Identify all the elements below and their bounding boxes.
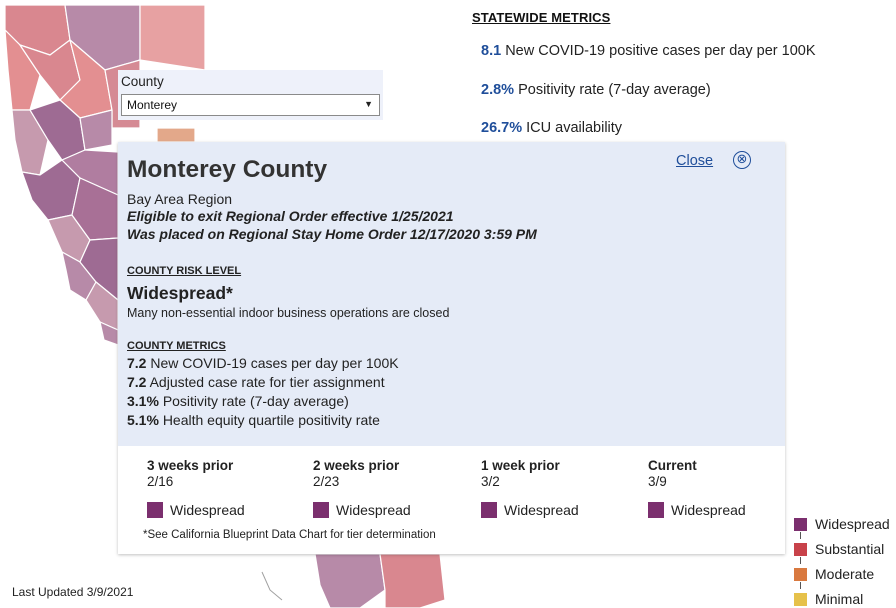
county-shape (314, 553, 386, 608)
metric-value: 3.1% (127, 393, 159, 409)
legend-label: Substantial (815, 541, 885, 557)
legend-item-widespread: Widespread (794, 516, 890, 532)
moderate-swatch-icon (794, 568, 807, 581)
legend-item-minimal: Minimal (794, 591, 863, 607)
period-date: 3/9 (648, 474, 667, 489)
legend-connector (800, 532, 801, 539)
widespread-swatch-icon (794, 518, 807, 531)
county-selector: County Monterey ▼ (118, 70, 383, 120)
risk-level-heading: COUNTY RISK LEVEL (127, 265, 242, 277)
metric-label: Adjusted case rate for tier assignment (149, 374, 385, 390)
metric-value: 2.8% (481, 82, 515, 98)
metric-value: 7.2 (127, 355, 147, 371)
county-metric: 7.2 Adjusted case rate for tier assignme… (127, 374, 385, 390)
metric-label: Positivity rate (7-day average) (162, 393, 349, 409)
county-metrics-heading: COUNTY METRICS (127, 340, 226, 352)
widespread-swatch-icon (481, 502, 497, 518)
county-metric: 5.1% Health equity quartile positivity r… (127, 412, 380, 428)
county-shape (139, 4, 206, 71)
risk-level-description: Many non-essential indoor business opera… (127, 306, 450, 320)
legend-item-substantial: Substantial (794, 541, 884, 557)
tier-label: Widespread (170, 502, 245, 518)
metric-label: New COVID-19 cases per day per 100K (150, 355, 399, 371)
period-title: 3 weeks prior (147, 458, 234, 473)
statewide-metric-positivity: 2.8% Positivity rate (7-day average) (481, 82, 711, 98)
risk-level-value: Widespread* (127, 283, 233, 303)
timeline-2-weeks-prior: 2 weeks prior 2/23 Widespread (313, 458, 453, 518)
county-detail-popup: Monterey County Close ⊗ Bay Area Region … (118, 142, 785, 554)
exit-order-note: Eligible to exit Regional Order effectiv… (127, 208, 454, 224)
metric-label: ICU availability (526, 120, 623, 136)
metric-label: New COVID-19 positive cases per day per … (505, 43, 816, 59)
metric-value: 26.7% (481, 120, 523, 136)
tier-label: Widespread (504, 502, 579, 518)
tier-label: Widespread (336, 502, 411, 518)
county-title: Monterey County (127, 156, 328, 183)
period-title: Current (648, 458, 697, 473)
legend-label: Moderate (815, 566, 875, 582)
statewide-metrics: STATEWIDE METRICS 8.1 New COVID-19 posit… (472, 10, 892, 136)
last-updated: Last Updated 3/9/2021 (12, 585, 134, 599)
tier-footnote: *See California Blueprint Data Chart for… (143, 529, 436, 541)
widespread-swatch-icon (147, 502, 163, 518)
close-icon[interactable]: ⊗ (733, 151, 751, 169)
legend-connector (800, 582, 801, 589)
timeline-3-weeks-prior: 3 weeks prior 2/16 Widespread (147, 458, 287, 518)
widespread-swatch-icon (313, 502, 329, 518)
period-tier: Widespread (147, 502, 245, 518)
county-region: Bay Area Region (127, 191, 233, 207)
period-tier: Widespread (648, 502, 746, 518)
period-date: 2/16 (147, 474, 174, 489)
metric-value: 8.1 (481, 43, 502, 59)
legend-label: Minimal (815, 591, 864, 607)
period-tier: Widespread (481, 502, 579, 518)
statewide-heading: STATEWIDE METRICS (472, 10, 611, 25)
period-date: 2/23 (313, 474, 340, 489)
county-shape (379, 553, 446, 608)
metric-value: 7.2 (127, 374, 147, 390)
metric-label: Health equity quartile positivity rate (162, 412, 380, 428)
tier-label: Widespread (671, 502, 746, 518)
minimal-swatch-icon (794, 593, 807, 606)
legend-item-moderate: Moderate (794, 566, 874, 582)
legend-label: Widespread (815, 516, 890, 532)
statewide-metric-icu: 26.7% ICU availability (481, 120, 622, 136)
county-label: County (121, 74, 164, 89)
county-dropdown-value: Monterey (127, 98, 178, 112)
substantial-swatch-icon (794, 543, 807, 556)
chevron-down-icon: ▼ (364, 99, 373, 109)
stay-home-order-note: Was placed on Regional Stay Home Order 1… (127, 226, 537, 242)
period-title: 2 weeks prior (313, 458, 400, 473)
period-tier: Widespread (313, 502, 411, 518)
period-title: 1 week prior (481, 458, 560, 473)
county-metric: 7.2 New COVID-19 cases per day per 100K (127, 355, 399, 371)
metric-label: Positivity rate (7-day average) (518, 82, 711, 98)
metric-value: 5.1% (127, 412, 159, 428)
widespread-swatch-icon (648, 502, 664, 518)
county-metric: 3.1% Positivity rate (7-day average) (127, 393, 349, 409)
statewide-metric-cases: 8.1 New COVID-19 positive cases per day … (481, 43, 816, 59)
close-link[interactable]: Close (676, 153, 713, 169)
legend-connector (800, 557, 801, 564)
county-shape (156, 127, 196, 143)
timeline-current: Current 3/9 Widespread (648, 458, 788, 518)
coastline (261, 571, 283, 601)
timeline-1-week-prior: 1 week prior 3/2 Widespread (481, 458, 621, 518)
county-dropdown[interactable]: Monterey ▼ (121, 94, 380, 116)
period-date: 3/2 (481, 474, 500, 489)
